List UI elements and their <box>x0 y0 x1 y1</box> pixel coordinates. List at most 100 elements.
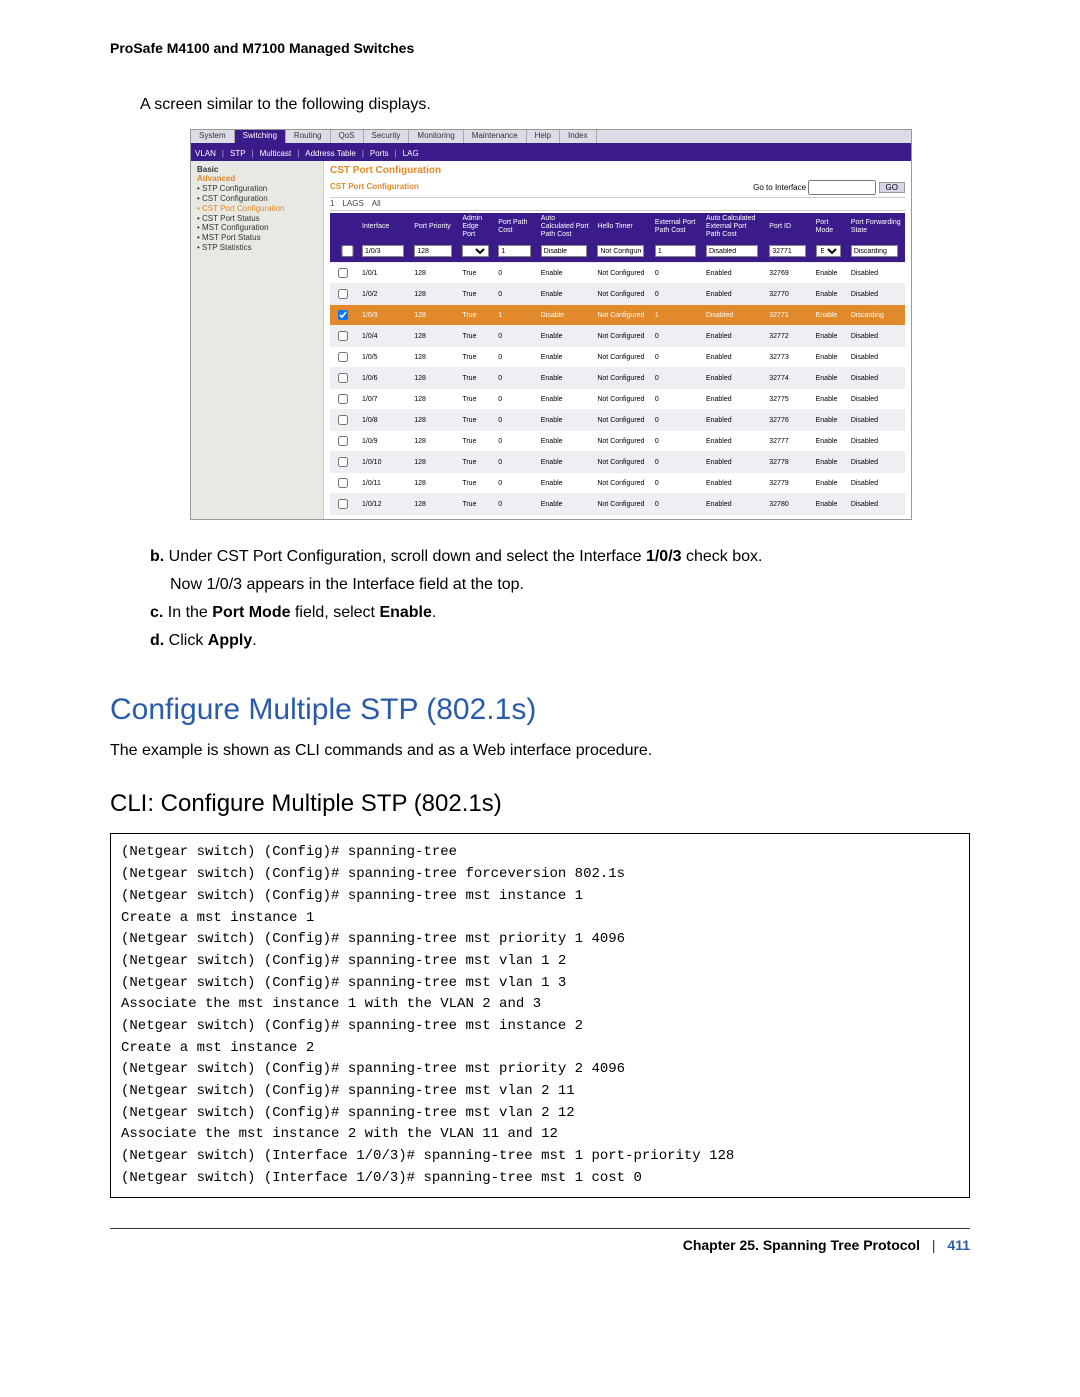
row-checkbox[interactable] <box>338 289 348 299</box>
grid-cell: 0 <box>651 452 702 473</box>
row-checkbox[interactable] <box>338 415 348 425</box>
grid-cell: 0 <box>494 452 537 473</box>
row-checkbox[interactable] <box>338 457 348 467</box>
sidebar-item[interactable]: • CST Port Status <box>197 215 317 224</box>
grid-cell: 0 <box>494 368 537 389</box>
sidebar-item[interactable]: • MST Port Status <box>197 234 317 243</box>
grid-select[interactable]: Enable <box>816 245 842 257</box>
sub-tab[interactable]: VLAN <box>195 150 216 159</box>
main-tab[interactable]: Routing <box>286 130 331 143</box>
main-tab[interactable]: QoS <box>331 130 364 143</box>
grid-cell: 0 <box>494 410 537 431</box>
grid-cell: 0 <box>651 473 702 494</box>
grid-cell: Not Configured <box>593 347 651 368</box>
row-checkbox[interactable] <box>338 394 348 404</box>
grid-cell: Enable <box>812 410 847 431</box>
filter-tab[interactable]: LAGS <box>342 200 363 209</box>
sub-tab[interactable]: Ports <box>370 150 389 159</box>
main-tab[interactable]: System <box>191 130 235 143</box>
grid-cell: Enable <box>812 326 847 347</box>
grid-cell: True <box>458 326 494 347</box>
grid-cell: Enable <box>537 473 594 494</box>
grid-cell: 128 <box>410 389 458 410</box>
grid-cell: Not Configured <box>593 452 651 473</box>
grid-cell: Enable <box>812 389 847 410</box>
grid-input[interactable] <box>769 245 805 257</box>
filter-tab[interactable]: 1 <box>330 200 334 209</box>
grid-cell: Enable <box>537 452 594 473</box>
sidebar-item[interactable]: • MST Configuration <box>197 224 317 233</box>
grid-cell: Not Configured <box>593 473 651 494</box>
main-tab[interactable]: Maintenance <box>464 130 527 143</box>
go-button[interactable]: GO <box>879 182 905 193</box>
grid-input[interactable] <box>655 245 696 257</box>
row-checkbox[interactable] <box>338 373 348 383</box>
grid-input[interactable] <box>498 245 531 257</box>
grid-input[interactable] <box>597 245 644 257</box>
grid-cell: 128 <box>410 452 458 473</box>
grid-cell: 1/0/12 <box>358 494 410 515</box>
filter-tab[interactable]: All <box>372 200 381 209</box>
grid-cell: Discarding <box>847 305 905 326</box>
step-b-letter: b. <box>150 548 164 565</box>
grid-cell: 128 <box>410 431 458 452</box>
row-checkbox[interactable] <box>338 310 348 320</box>
main-tab[interactable]: Index <box>560 130 597 143</box>
grid-cell: 0 <box>494 473 537 494</box>
sidebar-item[interactable]: • STP Configuration <box>197 185 317 194</box>
grid-cell: Enable <box>812 452 847 473</box>
sidebar-basic[interactable]: Basic <box>197 166 317 175</box>
row-checkbox[interactable] <box>338 352 348 362</box>
select-all-checkbox[interactable] <box>338 245 357 257</box>
grid-cell: Not Configured <box>593 494 651 515</box>
column-header: Port Priority <box>410 213 458 240</box>
sidebar-advanced[interactable]: Advanced <box>197 175 317 184</box>
grid-cell: Enable <box>812 305 847 326</box>
row-checkbox[interactable] <box>338 268 348 278</box>
goto-input[interactable] <box>808 180 876 195</box>
row-checkbox[interactable] <box>338 499 348 509</box>
grid-cell: 0 <box>494 389 537 410</box>
main-tab[interactable]: Help <box>527 130 560 143</box>
sidebar-item[interactable]: • STP Statistics <box>197 244 317 253</box>
main-tab[interactable]: Switching <box>235 130 286 143</box>
grid-input[interactable] <box>851 245 899 257</box>
row-checkbox[interactable] <box>338 478 348 488</box>
grid-cell: 1/0/2 <box>358 284 410 305</box>
main-tab[interactable]: Monitoring <box>409 130 463 143</box>
grid-cell: Enable <box>812 347 847 368</box>
column-header: Hello Timer <box>593 213 651 240</box>
sub-tab[interactable]: Address Table <box>305 150 356 159</box>
row-checkbox[interactable] <box>338 436 348 446</box>
grid-cell: 32778 <box>765 452 811 473</box>
row-checkbox[interactable] <box>338 331 348 341</box>
grid-input[interactable] <box>706 245 759 257</box>
grid-input[interactable] <box>362 245 404 257</box>
grid-cell: 0 <box>494 347 537 368</box>
grid-input[interactable] <box>414 245 452 257</box>
doc-header: ProSafe M4100 and M7100 Managed Switches <box>110 40 970 56</box>
grid-cell: Disabled <box>847 347 905 368</box>
grid-cell: 1 <box>651 305 702 326</box>
grid-cell: 0 <box>651 326 702 347</box>
grid-cell: 32779 <box>765 473 811 494</box>
grid-cell: True <box>458 305 494 326</box>
grid-cell: 128 <box>410 263 458 284</box>
sub-tab[interactable]: LAG <box>403 150 419 159</box>
column-header: Port Path Cost <box>494 213 537 240</box>
grid-cell: Enabled <box>702 263 765 284</box>
sub-tab[interactable]: STP <box>230 150 246 159</box>
grid-input[interactable] <box>541 245 587 257</box>
grid-cell: 32776 <box>765 410 811 431</box>
grid-cell: 1/0/8 <box>358 410 410 431</box>
grid-select[interactable] <box>462 245 488 257</box>
grid-cell: 1/0/10 <box>358 452 410 473</box>
grid-cell: Disable <box>537 305 594 326</box>
sub-tab[interactable]: Multicast <box>260 150 292 159</box>
grid-cell: 128 <box>410 305 458 326</box>
sidebar-item[interactable]: • CST Configuration <box>197 195 317 204</box>
main-tab[interactable]: Security <box>364 130 410 143</box>
sidebar-item[interactable]: • CST Port Configuration <box>197 205 317 214</box>
grid-cell: 0 <box>651 389 702 410</box>
grid-cell: Disabled <box>702 305 765 326</box>
